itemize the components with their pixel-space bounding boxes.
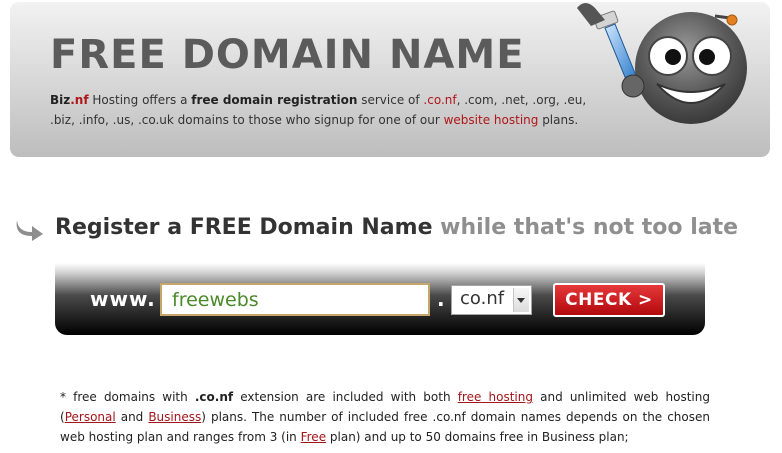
banner-description: Biz.nf Hosting offers a free domain regi… <box>50 93 587 127</box>
website-hosting-link[interactable]: website hosting <box>444 113 539 127</box>
chevron-down-icon[interactable] <box>513 288 529 312</box>
tld-select[interactable]: co.nf <box>451 285 532 315</box>
page-title: FREE DOMAIN NAME <box>50 32 525 78</box>
personal-plan-link[interactable]: Personal <box>65 410 116 424</box>
tld-separator: . <box>437 287 445 311</box>
brand-name: Biz.nf <box>50 93 89 107</box>
domain-name-input[interactable] <box>160 283 430 316</box>
register-heading: Register a FREE Domain Name while that's… <box>55 215 739 240</box>
business-plan-link[interactable]: Business <box>148 410 201 424</box>
footnote: * free domains with .co.nf extension are… <box>60 390 710 444</box>
tld-selected-value: co.nf <box>460 288 505 309</box>
www-prefix: www. <box>90 287 156 311</box>
free-hosting-link[interactable]: free hosting <box>458 390 533 404</box>
free-plan-link[interactable]: Free <box>301 430 326 444</box>
curved-arrow-icon <box>16 220 43 241</box>
smiley-painter-icon <box>577 3 747 124</box>
check-button[interactable]: CHECK > <box>553 283 665 317</box>
